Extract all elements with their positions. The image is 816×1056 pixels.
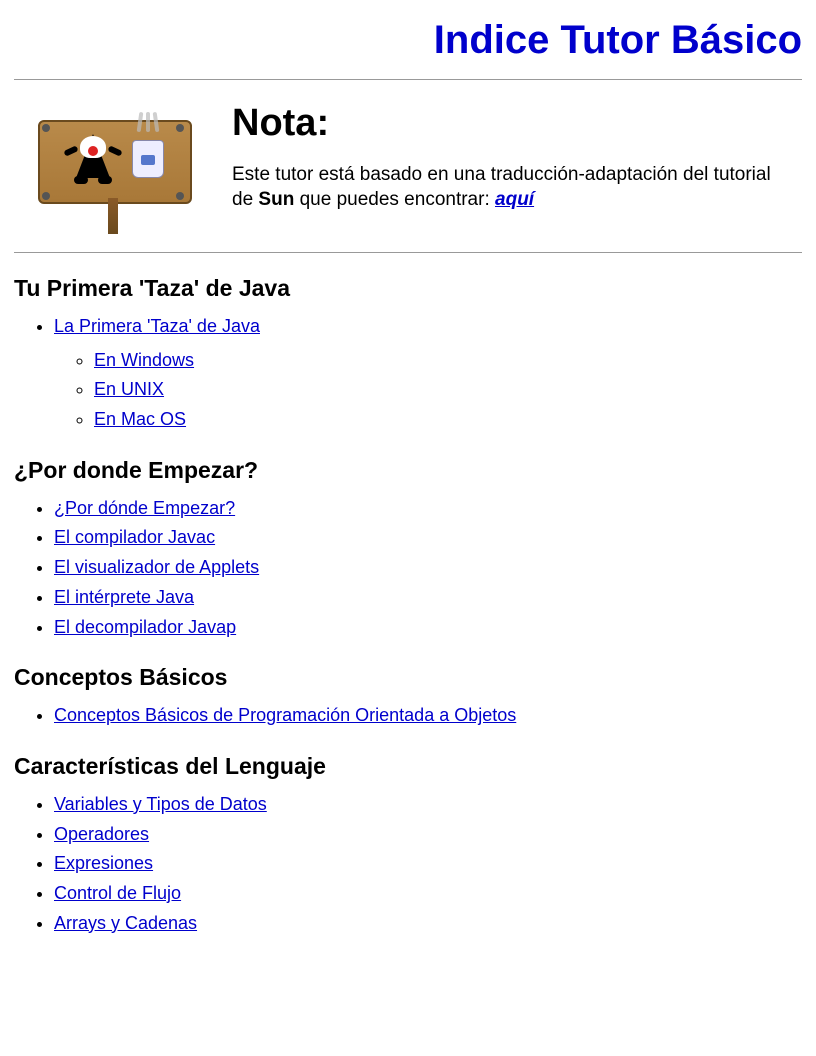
note-link-aqui[interactable]: aquí xyxy=(495,189,534,210)
toc-link[interactable]: El intérprete Java xyxy=(54,587,194,607)
list-item: El compilador Javac xyxy=(54,523,802,553)
toc-link[interactable]: Expresiones xyxy=(54,853,153,873)
toc-link[interactable]: El decompilador Javap xyxy=(54,617,236,637)
toc-link[interactable]: Control de Flujo xyxy=(54,883,181,903)
list-item: Variables y Tipos de Datos xyxy=(54,790,802,820)
note-heading: Nota: xyxy=(232,102,772,145)
toc-link[interactable]: En Windows xyxy=(94,350,194,370)
list-item: El visualizador de Applets xyxy=(54,553,802,583)
steam-icon xyxy=(136,112,160,140)
list-item: Control de Flujo xyxy=(54,879,802,909)
section-heading: Conceptos Básicos xyxy=(14,664,802,691)
toc-link[interactable]: El visualizador de Applets xyxy=(54,557,259,577)
duke-mascot-icon xyxy=(66,130,120,192)
note-block: Nota: Este tutor está basado en una trad… xyxy=(14,96,802,236)
list-item: El intérprete Java xyxy=(54,583,802,613)
section-heading: ¿Por donde Empezar? xyxy=(14,457,802,484)
section-heading: Características del Lenguaje xyxy=(14,753,802,780)
list-item: En Mac OS xyxy=(94,405,802,435)
toc-link[interactable]: Arrays y Cadenas xyxy=(54,913,197,933)
note-bold-word: Sun xyxy=(258,189,294,210)
list-item: La Primera 'Taza' de Java En Windows En UN… xyxy=(54,312,802,435)
toc-link[interactable]: En UNIX xyxy=(94,379,164,399)
section-heading: Tu Primera 'Taza' de Java xyxy=(14,275,802,302)
section-list: La Primera 'Taza' de Java En Windows En UN… xyxy=(14,312,802,435)
list-item: Operadores xyxy=(54,820,802,850)
section-list: ¿Por dónde Empezar? El compilador Javac El… xyxy=(14,494,802,642)
list-item: Conceptos Básicos de Programación Orient… xyxy=(54,701,802,731)
list-item: Expresiones xyxy=(54,849,802,879)
toc-link[interactable]: El compilador Javac xyxy=(54,527,215,547)
toc-link[interactable]: Variables y Tipos de Datos xyxy=(54,794,267,814)
coffee-cup-icon xyxy=(132,140,164,178)
note-text-after: que puedes encontrar: xyxy=(294,189,495,210)
toc-link[interactable]: En Mac OS xyxy=(94,409,186,429)
list-item: Arrays y Cadenas xyxy=(54,909,802,939)
list-item: El decompilador Javap xyxy=(54,613,802,643)
sub-list: En Windows En UNIX En Mac OS xyxy=(54,346,802,435)
page-title: Indice Tutor Básico xyxy=(14,18,802,63)
divider-top xyxy=(14,79,802,80)
toc-link[interactable]: ¿Por dónde Empezar? xyxy=(54,498,235,518)
list-item: En UNIX xyxy=(94,375,802,405)
toc-link[interactable]: La Primera 'Taza' de Java xyxy=(54,316,260,336)
java-sign-icon xyxy=(14,96,214,236)
note-paragraph: Este tutor está basado en una traducción… xyxy=(232,163,772,212)
list-item: ¿Por dónde Empezar? xyxy=(54,494,802,524)
toc-link[interactable]: Conceptos Básicos de Programación Orient… xyxy=(54,705,516,725)
divider-after-note xyxy=(14,252,802,253)
list-item: En Windows xyxy=(94,346,802,376)
section-list: Variables y Tipos de Datos Operadores Expr… xyxy=(14,790,802,938)
toc-link[interactable]: Operadores xyxy=(54,824,149,844)
section-list: Conceptos Básicos de Programación Orient… xyxy=(14,701,802,731)
